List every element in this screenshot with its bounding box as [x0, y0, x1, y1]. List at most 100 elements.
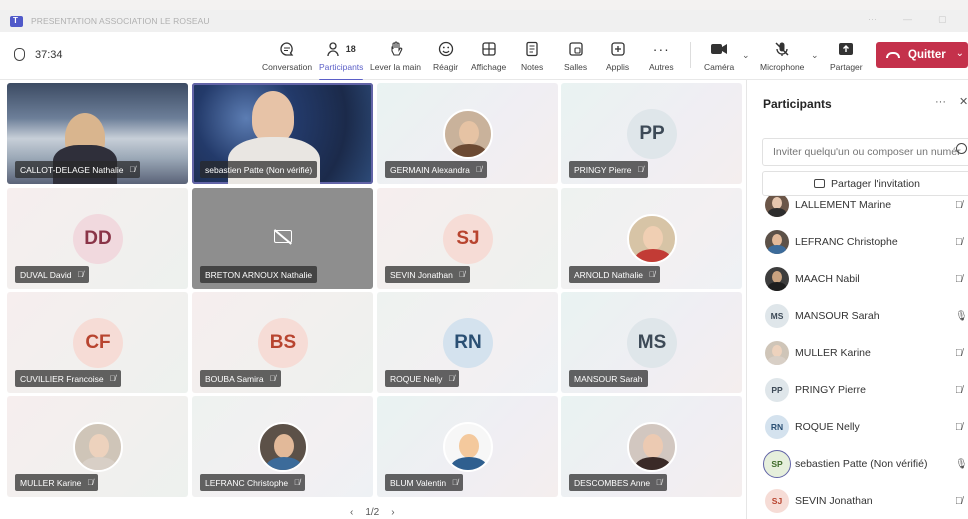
- video-tile[interactable]: DESCOMBES Anne 🎙̸: [561, 396, 742, 497]
- participant-row[interactable]: MULLER Karine 🎙̸: [747, 338, 968, 368]
- camera-off-icon: [274, 230, 292, 243]
- microphone-button[interactable]: Microphone: [760, 39, 804, 72]
- share-button[interactable]: Partager: [830, 39, 863, 72]
- video-tile[interactable]: PP PRINGY Pierre 🎙̸: [561, 83, 742, 184]
- tile-name-label: SEVIN Jonathan 🎙̸: [385, 266, 470, 283]
- apps-button[interactable]: Applis: [606, 39, 629, 72]
- add-app-icon: [610, 39, 626, 59]
- avatar-initials: RN: [443, 318, 493, 368]
- window-minimize-button[interactable]: —: [903, 14, 912, 24]
- video-grid: CALLOT-DELAGE Nathalie 🎙̸ sebastien Patte…: [0, 80, 746, 519]
- participant-avatar-initials: PP: [765, 378, 789, 402]
- video-tile[interactable]: GERMAIN Alexandra 🎙̸: [377, 83, 558, 184]
- video-tile-selected[interactable]: sebastien Patte (Non vérifié): [192, 83, 373, 184]
- video-tile[interactable]: LEFRANC Christophe 🎙̸: [192, 396, 373, 497]
- invite-input[interactable]: [762, 138, 968, 166]
- participants-panel: Participants ··· ✕ Partager l'invitation…: [746, 80, 968, 519]
- participant-photo: [443, 422, 493, 472]
- participant-video: [252, 91, 294, 143]
- video-tile[interactable]: RN ROQUE Nelly 🎙̸: [377, 292, 558, 393]
- rooms-button[interactable]: Salles: [564, 39, 587, 72]
- participant-row[interactable]: SJ SEVIN Jonathan 🎙̸: [747, 486, 968, 516]
- camera-options-chevron-icon[interactable]: ⌄: [742, 50, 750, 61]
- chat-icon: [279, 39, 295, 59]
- avatar-initials: BS: [258, 318, 308, 368]
- video-tile[interactable]: BRETON ARNOUX Nathalie: [192, 188, 373, 289]
- participant-row[interactable]: MAACH Nabil 🎙̸: [747, 264, 968, 294]
- participant-list: LALLEMENT Marine 🎙̸ LEFRANC Christophe 🎙…: [747, 196, 968, 519]
- mic-off-icon: 🎙̸: [955, 236, 963, 248]
- view-button[interactable]: Affichage: [471, 39, 506, 72]
- avatar-initials: MS: [627, 318, 677, 368]
- microphone-options-chevron-icon[interactable]: ⌄: [811, 50, 819, 61]
- participant-name: sebastien Patte (Non vérifié): [795, 458, 928, 470]
- mic-on-icon: 🎙: [955, 310, 968, 322]
- participant-name: MAACH Nabil: [795, 273, 860, 285]
- mic-off-icon: 🎙̸: [648, 270, 655, 279]
- share-invitation-button[interactable]: Partager l'invitation: [762, 171, 968, 196]
- video-tile[interactable]: DD DUVAL David 🎙̸: [7, 188, 188, 289]
- panel-more-button[interactable]: ···: [935, 96, 946, 108]
- video-tile[interactable]: MULLER Karine 🎙̸: [7, 396, 188, 497]
- participant-row[interactable]: MS MANSOUR Sarah 🎙: [747, 301, 968, 331]
- hang-up-phone-icon: [886, 52, 900, 58]
- participant-row[interactable]: SP sebastien Patte (Non vérifié) 🎙: [747, 449, 968, 479]
- toolbar-divider: [690, 42, 691, 68]
- participant-photo: [443, 109, 493, 159]
- video-tile[interactable]: BLUM Valentin 🎙̸: [377, 396, 558, 497]
- more-actions-button[interactable]: ··· Autres: [649, 39, 674, 72]
- previous-page-button[interactable]: ‹: [350, 507, 353, 518]
- participant-avatar: [765, 230, 789, 254]
- quit-meeting-button[interactable]: Quitter ⌄: [876, 42, 968, 68]
- panel-close-button[interactable]: ✕: [959, 95, 968, 108]
- mic-off-icon: 🎙̸: [656, 478, 663, 487]
- notes-button[interactable]: Notes: [521, 39, 543, 72]
- tile-name-label: PRINGY Pierre 🎙̸: [569, 161, 649, 178]
- participant-avatar: [765, 267, 789, 291]
- ellipsis-icon: ···: [652, 41, 670, 57]
- participant-photo: [73, 422, 123, 472]
- share-icon: [814, 179, 826, 188]
- search-icon[interactable]: [956, 143, 967, 154]
- video-tile[interactable]: CF CUVILLIER Francoise 🎙̸: [7, 292, 188, 393]
- hand-icon: [389, 39, 403, 59]
- react-button[interactable]: Réagir: [433, 39, 458, 72]
- smiley-icon: [438, 39, 454, 59]
- video-tile[interactable]: SJ SEVIN Jonathan 🎙̸: [377, 188, 558, 289]
- participant-avatar-initials: SP: [763, 450, 791, 478]
- teams-logo-icon: [10, 15, 23, 27]
- next-page-button[interactable]: ›: [391, 507, 394, 518]
- panel-title: Participants: [763, 97, 832, 111]
- tile-name-label: CALLOT-DELAGE Nathalie 🎙̸: [15, 161, 141, 178]
- tile-name-label: sebastien Patte (Non vérifié): [200, 161, 318, 178]
- mic-off-icon: 🎙̸: [452, 478, 459, 487]
- quit-options-chevron-icon[interactable]: ⌄: [956, 48, 964, 59]
- mic-off-icon: 🎙̸: [458, 270, 465, 279]
- page-indicator: 1/2: [365, 507, 380, 518]
- mic-off-icon: 🎙̸: [955, 384, 963, 396]
- participants-button[interactable]: 18 Participants: [319, 39, 364, 81]
- participant-name: SEVIN Jonathan: [795, 495, 873, 507]
- video-tile[interactable]: BS BOUBA Samira 🎙̸: [192, 292, 373, 393]
- tile-name-label: MULLER Karine 🎙̸: [15, 474, 99, 491]
- timer-value: 37:34: [35, 48, 63, 61]
- title-bar: PRESENTATION ASSOCIATION LE ROSEAU ··· —…: [0, 10, 968, 32]
- participant-row[interactable]: LALLEMENT Marine 🎙̸: [747, 196, 968, 220]
- video-tile[interactable]: MS MANSOUR Sarah: [561, 292, 742, 393]
- conversation-button[interactable]: Conversation: [262, 39, 312, 72]
- window-more-button[interactable]: ···: [868, 14, 877, 24]
- participant-row[interactable]: LEFRANC Christophe 🎙̸: [747, 227, 968, 257]
- avatar-initials: SJ: [443, 214, 493, 264]
- window-maximize-button[interactable]: ▢: [938, 14, 947, 25]
- tile-name-label: BOUBA Samira 🎙̸: [200, 370, 281, 387]
- avatar-initials: PP: [627, 109, 677, 159]
- participant-row[interactable]: RN ROQUE Nelly 🎙̸: [747, 412, 968, 442]
- share-invitation-label: Partager l'invitation: [831, 177, 920, 190]
- video-tile[interactable]: CALLOT-DELAGE Nathalie 🎙̸: [7, 83, 188, 184]
- mic-off-icon: 🎙̸: [955, 199, 963, 211]
- raise-hand-button[interactable]: Lever la main: [370, 39, 421, 72]
- participant-row[interactable]: PP PRINGY Pierre 🎙̸: [747, 375, 968, 405]
- video-tile[interactable]: ARNOLD Nathalie 🎙̸: [561, 188, 742, 289]
- camera-button[interactable]: Caméra: [704, 39, 734, 72]
- participant-photo: [627, 214, 677, 264]
